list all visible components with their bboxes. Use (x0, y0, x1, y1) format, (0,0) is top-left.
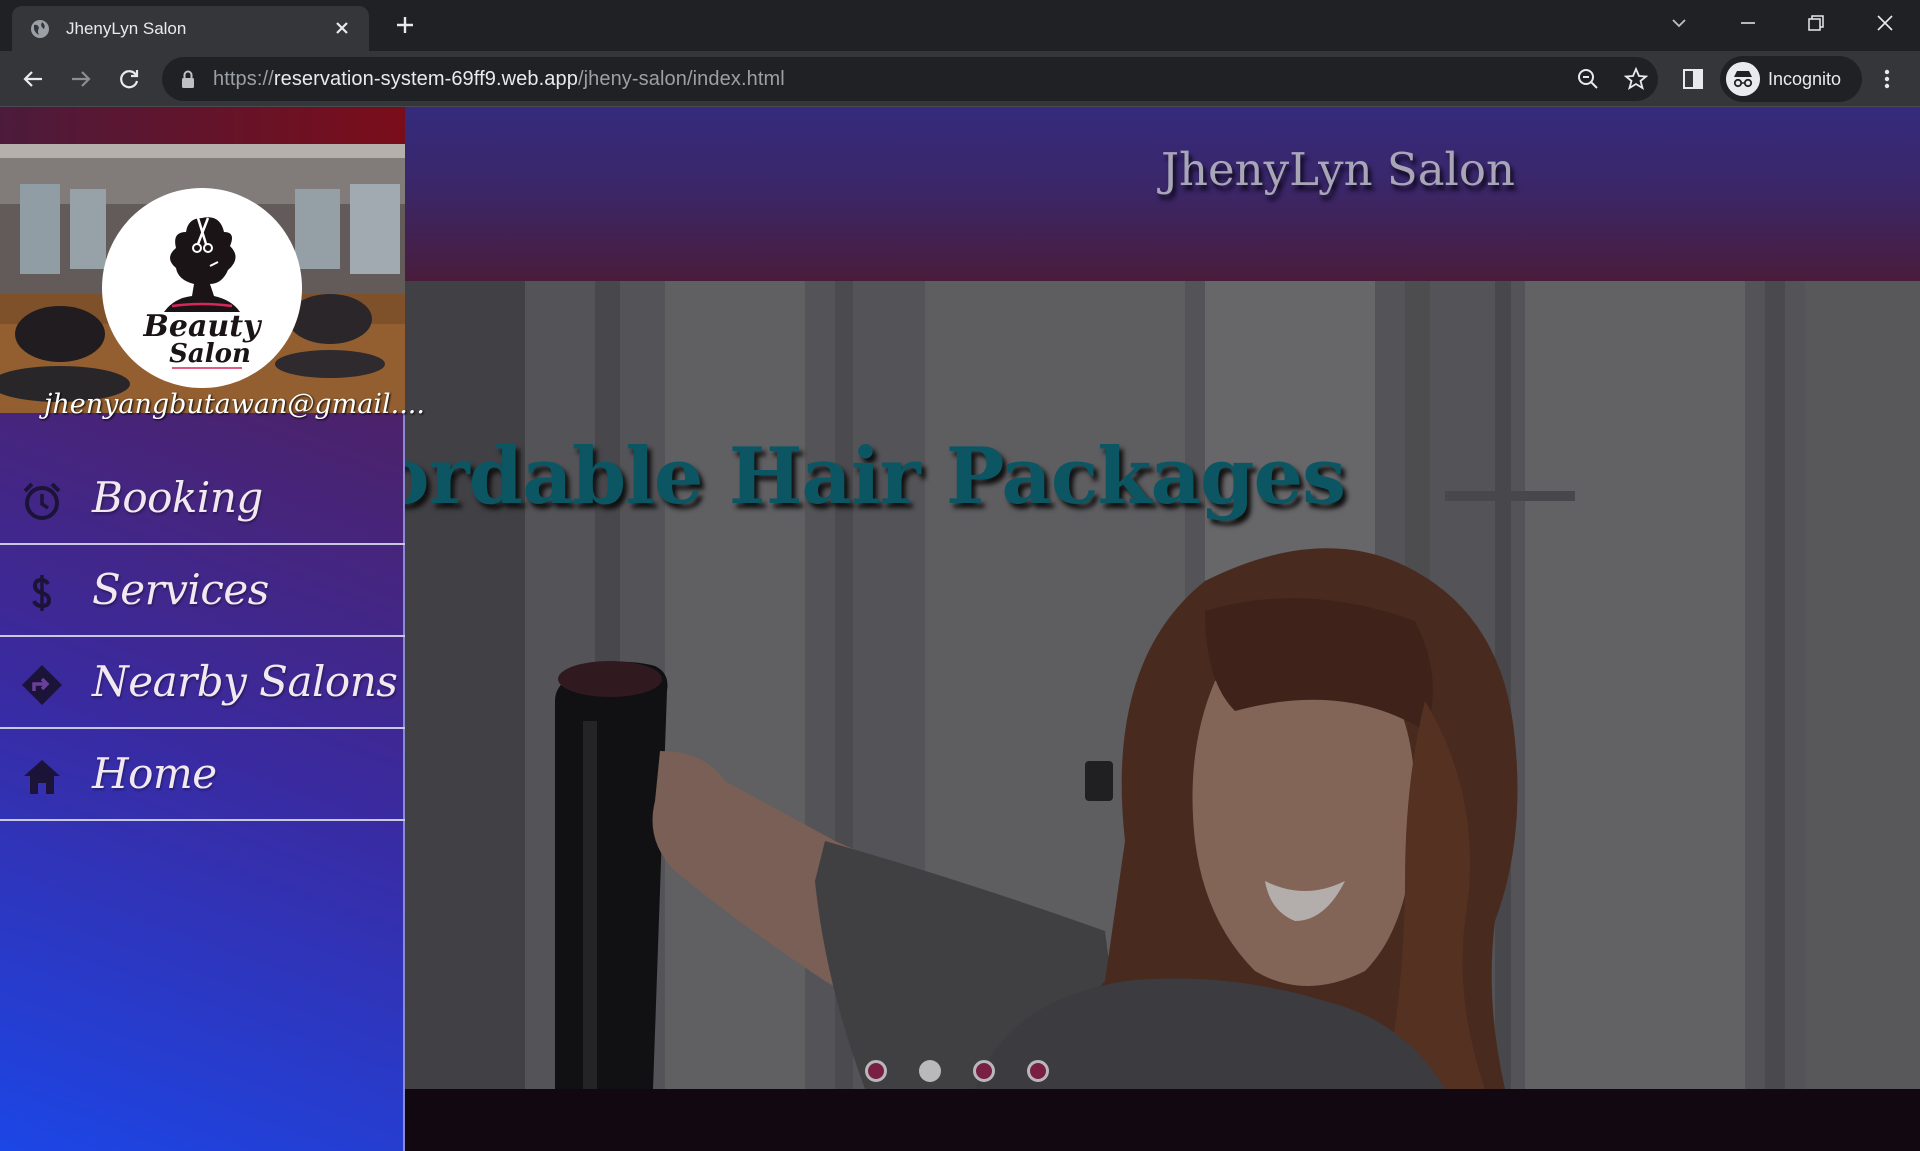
incognito-label: Incognito (1768, 69, 1842, 89)
sidebar-top-bar (0, 107, 405, 144)
sidebar: Beauty Salon jhenyangbutawan@gmail.... B… (0, 107, 425, 1151)
sidebar-item-label: Services (92, 565, 269, 614)
carousel-dot-2[interactable] (919, 1060, 941, 1082)
zoom-icon[interactable] (1575, 66, 1601, 92)
browser-toolbar: https://reservation-system-69ff9.web.app… (0, 51, 1920, 107)
carousel-dot-3[interactable] (973, 1060, 995, 1082)
user-email: jhenyangbutawan@gmail.... (44, 389, 425, 420)
close-window-icon[interactable] (1870, 8, 1900, 38)
sidebar-item-nearby-salons[interactable]: Nearby Salons (0, 637, 405, 729)
back-icon[interactable] (18, 64, 48, 94)
side-panel-icon[interactable] (1678, 64, 1708, 94)
hero-photo (405, 281, 1920, 1089)
logo-word-2: Salon (169, 339, 251, 369)
restore-icon[interactable] (1801, 8, 1831, 38)
tab-search-icon[interactable] (1664, 8, 1694, 38)
sidebar-item-home[interactable]: Home (0, 729, 405, 821)
alarm-clock-icon (23, 482, 61, 520)
sidebar-item-booking[interactable]: Booking (0, 453, 405, 545)
reload-icon[interactable] (114, 64, 144, 94)
carousel-dot-4[interactable] (1027, 1060, 1049, 1082)
salon-logo: Beauty Salon (102, 188, 302, 388)
browser-tab-strip: JhenyLyn Salon (0, 0, 1920, 51)
salon-logo-icon: Beauty Salon (143, 217, 263, 369)
salon-background-image: Beauty Salon (0, 144, 405, 413)
globe-icon (31, 20, 49, 38)
lock-icon[interactable] (180, 70, 196, 88)
incognito-icon (1726, 62, 1760, 96)
site-title: JhenyLyn Salon (1161, 143, 1515, 196)
sidebar-item-label: Booking (92, 473, 263, 522)
incognito-profile-button[interactable]: Incognito (1720, 56, 1862, 102)
carousel-caption: fordable Hair Packages (405, 431, 1346, 522)
browser-tab[interactable]: JhenyLyn Salon (12, 6, 369, 51)
address-bar[interactable]: https://reservation-system-69ff9.web.app… (162, 57, 1658, 101)
carousel-dot-1[interactable] (865, 1060, 887, 1082)
close-tab-icon[interactable] (329, 15, 355, 41)
tab-title: JhenyLyn Salon (66, 19, 187, 38)
url-text: https://reservation-system-69ff9.web.app… (213, 68, 785, 90)
forward-icon[interactable] (66, 64, 96, 94)
sidebar-item-label: Nearby Salons (92, 657, 398, 706)
footer-strip (405, 1089, 1920, 1151)
minimize-icon[interactable] (1733, 8, 1763, 38)
web-page: JhenyLyn Salon fordable Hair Packages Be… (0, 107, 1920, 1151)
hero-carousel[interactable]: fordable Hair Packages (405, 281, 1920, 1089)
sidebar-item-label: Home (92, 749, 217, 798)
site-header: JhenyLyn Salon (405, 107, 1920, 281)
sidebar-item-services[interactable]: Services (0, 545, 405, 637)
bookmark-star-icon[interactable] (1623, 66, 1649, 92)
menu-kebab-icon[interactable] (1872, 64, 1902, 94)
new-tab-icon[interactable] (392, 12, 418, 38)
dollar-icon (32, 575, 52, 611)
home-icon (24, 760, 60, 794)
directions-icon (22, 665, 62, 705)
